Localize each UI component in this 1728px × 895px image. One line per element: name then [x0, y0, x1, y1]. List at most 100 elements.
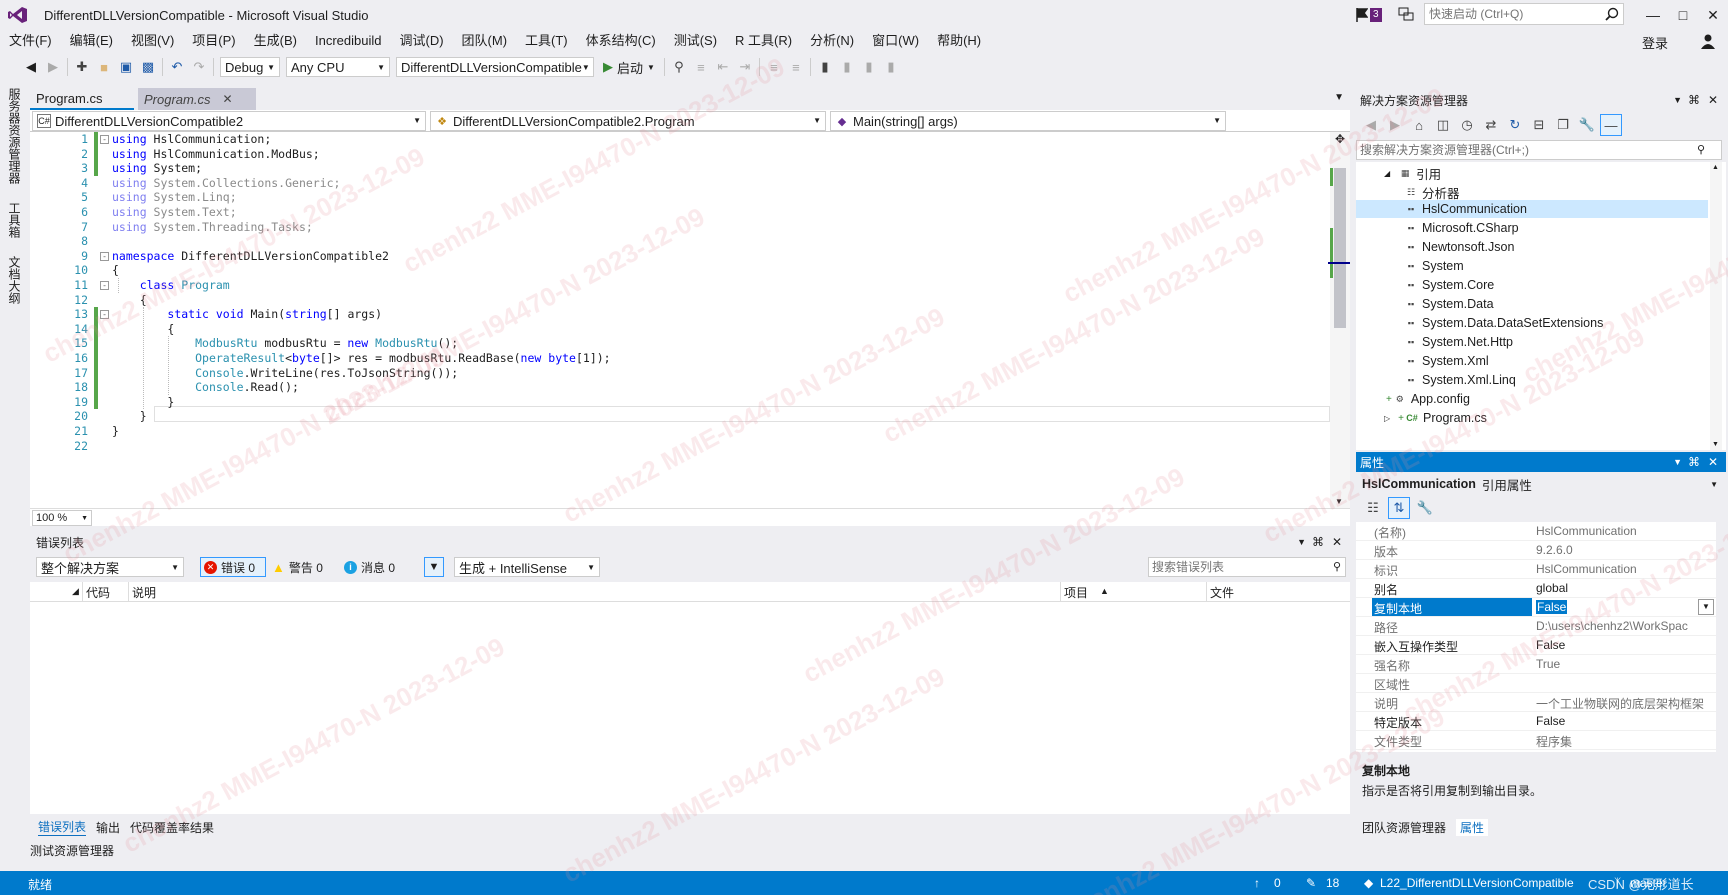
- solution-configuration-select[interactable]: Debug ▼: [220, 57, 280, 77]
- code-line[interactable]: using System.Linq;: [112, 189, 237, 205]
- property-row[interactable]: 路径 D:\users\chenhz2\WorkSpac: [1356, 617, 1716, 636]
- tree-item[interactable]: ▪▪ System.Core: [1404, 278, 1494, 292]
- scrollbar-thumb[interactable]: [1334, 168, 1346, 328]
- right-bottom-tab[interactable]: 团队资源管理器: [1362, 819, 1446, 836]
- code-line[interactable]: using System;: [112, 160, 202, 176]
- tree-item[interactable]: ◢ ▦ 引用: [1384, 164, 1441, 183]
- tree-item[interactable]: + ⚙ App.config: [1386, 392, 1470, 406]
- close-window-button[interactable]: ✕: [1698, 4, 1728, 26]
- navigate-forward-icon[interactable]: ▶: [42, 56, 64, 78]
- tab-program-cs[interactable]: Program.cs: [30, 88, 134, 110]
- status-repository[interactable]: L22_DifferentDLLVersionCompatible: [1380, 876, 1574, 890]
- scroll-up-icon[interactable]: ▲: [1712, 164, 1719, 171]
- categorized-icon[interactable]: ☷: [1362, 497, 1384, 519]
- tree-item[interactable]: ▪▪ System.Xml.Linq: [1404, 373, 1516, 387]
- refresh-icon[interactable]: ↻: [1504, 114, 1526, 136]
- side-tab[interactable]: 工具箱: [6, 198, 23, 242]
- code-line[interactable]: using System.Collections.Generic;: [112, 175, 341, 191]
- column-header-project[interactable]: 项目: [1064, 584, 1088, 601]
- tree-item[interactable]: ▪▪ System.Net.Http: [1404, 335, 1513, 349]
- comment-icon[interactable]: ≡: [763, 56, 785, 78]
- code-line[interactable]: static void Main(string[] args): [112, 306, 382, 322]
- column-header-code[interactable]: 代码: [86, 584, 110, 601]
- collapse-all-icon[interactable]: ⊟: [1528, 114, 1550, 136]
- quick-launch-input[interactable]: [1425, 4, 1595, 24]
- bottom-tab[interactable]: 输出: [96, 819, 120, 836]
- solution-tree-scrollbar[interactable]: ▲ ▼: [1710, 162, 1722, 450]
- close-icon[interactable]: ✕: [222, 92, 232, 106]
- property-value[interactable]: False: [1536, 638, 1712, 652]
- menu-item[interactable]: 项目(P): [183, 30, 244, 52]
- code-line[interactable]: Console.WriteLine(res.ToJsonString());: [112, 365, 458, 381]
- collapse-icon[interactable]: -: [100, 281, 109, 290]
- close-icon[interactable]: ✕: [1332, 535, 1342, 549]
- home-icon[interactable]: ⌂: [1408, 114, 1430, 136]
- status-pending-edits[interactable]: 18: [1326, 876, 1339, 890]
- code-line[interactable]: {: [112, 292, 147, 308]
- column-header-file[interactable]: 文件: [1210, 584, 1234, 601]
- properties-object-select[interactable]: HslCommunication 引用属性 ▼: [1356, 474, 1726, 494]
- next-bookmark-icon[interactable]: ▮: [858, 56, 880, 78]
- solution-explorer-tree[interactable]: ◢ ▦ 引用 ☷ 分析器 ▪▪ HslCommunication ▪▪ Microsoft.CS…: [1356, 162, 1726, 450]
- outdent-icon[interactable]: ⇤: [712, 56, 734, 78]
- error-list-search-input[interactable]: [1149, 558, 1309, 576]
- tab-overflow-icon[interactable]: ▼: [1334, 92, 1344, 103]
- right-bottom-tab[interactable]: 属性: [1456, 818, 1489, 836]
- property-row[interactable]: (名称) HslCommunication: [1356, 522, 1716, 541]
- feedback-icon[interactable]: [1398, 6, 1414, 22]
- preview-selected-icon[interactable]: —: [1600, 114, 1622, 136]
- tree-item[interactable]: ▪▪ Newtonsoft.Json: [1404, 240, 1515, 254]
- code-line[interactable]: OperateResult<byte[]> res = modbusRtu.Re…: [112, 350, 611, 366]
- code-line[interactable]: using System.Threading.Tasks;: [112, 219, 313, 235]
- close-icon[interactable]: ✕: [1708, 93, 1718, 107]
- project-select[interactable]: C# DifferentDLLVersionCompatible2 ▼: [32, 111, 426, 131]
- property-row[interactable]: 特定版本 False: [1356, 712, 1716, 731]
- pin-icon[interactable]: ⌘: [1312, 535, 1324, 549]
- property-row[interactable]: 版本 9.2.6.0: [1356, 541, 1716, 560]
- status-pending-up[interactable]: 0: [1274, 876, 1281, 890]
- code-line[interactable]: {: [112, 262, 119, 278]
- property-row[interactable]: 区域性: [1356, 674, 1716, 693]
- scroll-down-icon[interactable]: ▼: [1335, 497, 1343, 506]
- switch-views-icon[interactable]: ◫: [1432, 114, 1454, 136]
- filter-icon[interactable]: ▼: [424, 557, 444, 577]
- startup-project-select[interactable]: DifferentDLLVersionCompatible ▼: [396, 57, 594, 77]
- menu-item[interactable]: 窗口(W): [863, 30, 928, 52]
- code-line[interactable]: ModbusRtu modbusRtu = new ModbusRtu();: [112, 335, 458, 351]
- code-line[interactable]: using HslCommunication.ModBus;: [112, 146, 320, 162]
- menu-item[interactable]: 帮助(H): [928, 30, 990, 52]
- menu-item[interactable]: Incredibuild: [306, 30, 391, 52]
- menu-item[interactable]: 生成(B): [245, 30, 306, 52]
- prev-bookmark-icon[interactable]: ▮: [836, 56, 858, 78]
- editor-vertical-scrollbar[interactable]: ✥ ▼: [1328, 132, 1350, 508]
- find-in-files-icon[interactable]: ⚲: [668, 56, 690, 78]
- member-select[interactable]: ◆ Main(string[] args) ▼: [830, 111, 1226, 131]
- build-source-select[interactable]: 生成 + IntelliSense ▼: [454, 557, 600, 577]
- error-list-body[interactable]: [30, 602, 1350, 814]
- quick-launch-box[interactable]: [1424, 3, 1624, 25]
- maximize-button[interactable]: □: [1668, 4, 1698, 26]
- window-position-icon[interactable]: ▼: [1297, 537, 1306, 547]
- pin-icon[interactable]: ⌘: [1688, 455, 1700, 469]
- code-line[interactable]: namespace DifferentDLLVersionCompatible2: [112, 248, 389, 264]
- code-editor[interactable]: ✥ ▼ 1 2 3 4 5 6 7 8 9 10 11 12 13 14 15 16 17 18 19 20 21 22 u…: [30, 132, 1350, 508]
- uncomment-icon[interactable]: ≡: [785, 56, 807, 78]
- side-tab[interactable]: 文档大纲: [6, 252, 23, 308]
- property-value[interactable]: False: [1536, 714, 1712, 728]
- properties-grid[interactable]: (名称) HslCommunication 版本 9.2.6.0 标识 HslCommun…: [1356, 522, 1716, 752]
- menu-item[interactable]: R 工具(R): [726, 30, 801, 52]
- collapse-icon[interactable]: -: [100, 251, 109, 261]
- tree-item[interactable]: ▪▪ System.Data: [1404, 297, 1494, 311]
- property-pages-icon[interactable]: 🔧: [1414, 497, 1436, 519]
- bookmark-icon[interactable]: ▮: [814, 56, 836, 78]
- tree-item[interactable]: ▪▪ System.Xml: [1404, 354, 1489, 368]
- tree-item[interactable]: ▷ + C# Program.cs: [1384, 411, 1487, 425]
- type-select[interactable]: ❖ DifferentDLLVersionCompatible2.Program ▼: [430, 111, 826, 131]
- chevron-down-icon[interactable]: ▼: [1698, 599, 1714, 615]
- property-row[interactable]: 别名 global: [1356, 579, 1716, 598]
- menu-item[interactable]: 测试(S): [665, 30, 726, 52]
- step-icon[interactable]: ≡: [690, 56, 712, 78]
- code-line[interactable]: using System.Text;: [112, 204, 237, 220]
- property-row[interactable]: 标识 HslCommunication: [1356, 560, 1716, 579]
- collapse-icon[interactable]: -: [100, 135, 109, 144]
